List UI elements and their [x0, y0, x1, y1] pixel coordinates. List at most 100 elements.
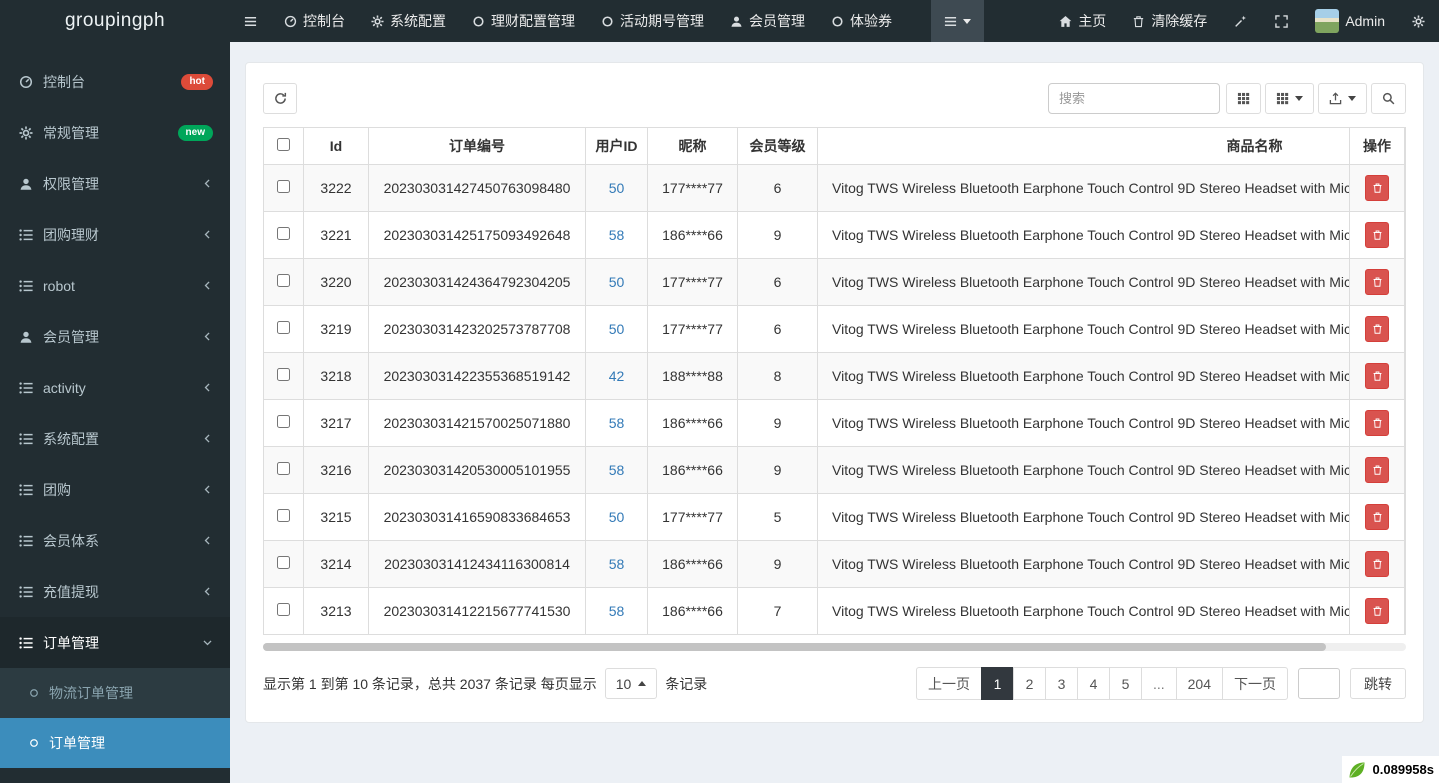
cell-nickname: 177****77	[648, 259, 738, 306]
sidebar-submenu: 物流订单管理订单管理	[0, 668, 230, 768]
horizontal-scrollbar[interactable]	[263, 643, 1406, 651]
wand-button[interactable]	[1220, 0, 1261, 42]
sidebar-toggle-button[interactable]	[230, 0, 271, 42]
delete-button[interactable]	[1365, 269, 1389, 295]
topnav-clear-cache[interactable]: 清除缓存	[1119, 0, 1220, 42]
delete-button[interactable]	[1365, 457, 1389, 483]
delete-button[interactable]	[1365, 363, 1389, 389]
page-button-1[interactable]: 1	[981, 667, 1014, 700]
topnav-menu-dropdown[interactable]	[931, 0, 984, 42]
sidebar-item-7[interactable]: 系统配置	[0, 413, 230, 464]
jump-page-input[interactable]	[1298, 668, 1340, 699]
delete-button[interactable]	[1365, 551, 1389, 577]
row-checkbox[interactable]	[277, 274, 290, 287]
user-icon	[19, 177, 33, 191]
row-checkbox[interactable]	[277, 415, 290, 428]
user-id-link[interactable]: 58	[609, 462, 625, 478]
topnav-item-1[interactable]: 控制台	[271, 0, 358, 42]
brand-logo[interactable]: groupingph	[0, 0, 230, 42]
toggle-view-button[interactable]	[1226, 83, 1261, 114]
user-id-link[interactable]: 42	[609, 368, 625, 384]
page-button-204[interactable]: 204	[1176, 667, 1223, 700]
row-checkbox[interactable]	[277, 509, 290, 522]
home-label: 主页	[1078, 11, 1106, 31]
delete-button[interactable]	[1365, 410, 1389, 436]
user-id-link[interactable]: 58	[609, 227, 625, 243]
fullscreen-button[interactable]	[1261, 0, 1302, 42]
cell-actions	[1349, 212, 1405, 259]
refresh-button[interactable]	[263, 83, 297, 114]
export-button[interactable]	[1318, 83, 1367, 114]
search-toggle-button[interactable]	[1371, 83, 1406, 114]
cell-level: 9	[738, 400, 818, 447]
page-button-5[interactable]: 5	[1109, 667, 1142, 700]
topnav-item-6[interactable]: 体验券	[818, 0, 905, 42]
sidebar-subitem-1[interactable]: 订单管理	[0, 718, 230, 768]
cell-user-id: 42	[586, 353, 648, 400]
topnav-item-2[interactable]: 系统配置	[358, 0, 459, 42]
scrollbar-thumb[interactable]	[263, 643, 1326, 651]
row-checkbox[interactable]	[277, 462, 290, 475]
search-input[interactable]	[1048, 83, 1220, 114]
settings-button[interactable]	[1398, 0, 1439, 42]
user-id-link[interactable]: 50	[609, 509, 625, 525]
row-checkbox[interactable]	[277, 321, 290, 334]
page-button-2[interactable]: 2	[1013, 667, 1046, 700]
pagination: 上一页12345...204下一页 跳转	[916, 667, 1406, 700]
refresh-icon	[274, 92, 287, 105]
thinkphp-leaf-icon[interactable]	[1344, 757, 1370, 783]
sidebar-item-1[interactable]: 常规管理new	[0, 107, 230, 158]
row-checkbox[interactable]	[277, 368, 290, 381]
sidebar-item-2[interactable]: 权限管理	[0, 158, 230, 209]
row-checkbox[interactable]	[277, 603, 290, 616]
delete-button[interactable]	[1365, 222, 1389, 248]
user-id-link[interactable]: 50	[609, 274, 625, 290]
sidebar-item-4[interactable]: robot	[0, 260, 230, 311]
cell-checkbox	[264, 165, 304, 212]
row-checkbox[interactable]	[277, 180, 290, 193]
delete-button[interactable]	[1365, 504, 1389, 530]
prev-page-button[interactable]: 上一页	[916, 667, 982, 700]
table-footer: 显示第 1 到第 10 条记录，总共 2037 条记录 每页显示 10 条记录 …	[263, 667, 1406, 700]
sidebar-item-3[interactable]: 团购理财	[0, 209, 230, 260]
row-checkbox[interactable]	[277, 227, 290, 240]
user-menu[interactable]: Admin	[1302, 0, 1398, 42]
topnav-item-5[interactable]: 会员管理	[717, 0, 818, 42]
row-checkbox[interactable]	[277, 556, 290, 569]
cell-checkbox	[264, 588, 304, 635]
sidebar-item-label: 团购理财	[43, 225, 192, 245]
topnav-item-4[interactable]: 活动期号管理	[588, 0, 717, 42]
sidebar-item-0[interactable]: 控制台hot	[0, 56, 230, 107]
cell-user-id: 50	[586, 306, 648, 353]
sidebar-item-9[interactable]: 会员体系	[0, 515, 230, 566]
sidebar-subitem-0[interactable]: 物流订单管理	[0, 668, 230, 718]
user-id-link[interactable]: 50	[609, 180, 625, 196]
page-button-3[interactable]: 3	[1045, 667, 1078, 700]
sidebar-item-5[interactable]: 会员管理	[0, 311, 230, 362]
sidebar-item-10[interactable]: 充值提现	[0, 566, 230, 617]
status-badge: new	[178, 125, 213, 141]
next-page-button[interactable]: 下一页	[1222, 667, 1288, 700]
load-time: 0.089958s	[1373, 762, 1434, 777]
user-id-link[interactable]: 50	[609, 321, 625, 337]
sidebar-item-8[interactable]: 团购	[0, 464, 230, 515]
delete-button[interactable]	[1365, 175, 1389, 201]
delete-button[interactable]	[1365, 316, 1389, 342]
delete-button[interactable]	[1365, 598, 1389, 624]
sidebar-item-6[interactable]: activity	[0, 362, 230, 413]
topnav-home[interactable]: 主页	[1046, 0, 1119, 42]
sidebar-item-11[interactable]: 订单管理	[0, 617, 230, 668]
jump-button[interactable]: 跳转	[1350, 668, 1406, 699]
page-size-dropdown[interactable]: 10	[605, 668, 658, 699]
topnav-item-3[interactable]: 理财配置管理	[459, 0, 588, 42]
page-button-4[interactable]: 4	[1077, 667, 1110, 700]
cell-id: 3213	[304, 588, 369, 635]
cell-user-id: 50	[586, 165, 648, 212]
user-id-link[interactable]: 58	[609, 415, 625, 431]
user-id-link[interactable]: 58	[609, 556, 625, 572]
sidebar-subitem-label: 订单管理	[49, 733, 105, 753]
user-id-link[interactable]: 58	[609, 603, 625, 619]
select-all-checkbox[interactable]	[277, 138, 290, 151]
columns-button[interactable]	[1265, 83, 1314, 114]
trash-icon	[1372, 511, 1383, 523]
